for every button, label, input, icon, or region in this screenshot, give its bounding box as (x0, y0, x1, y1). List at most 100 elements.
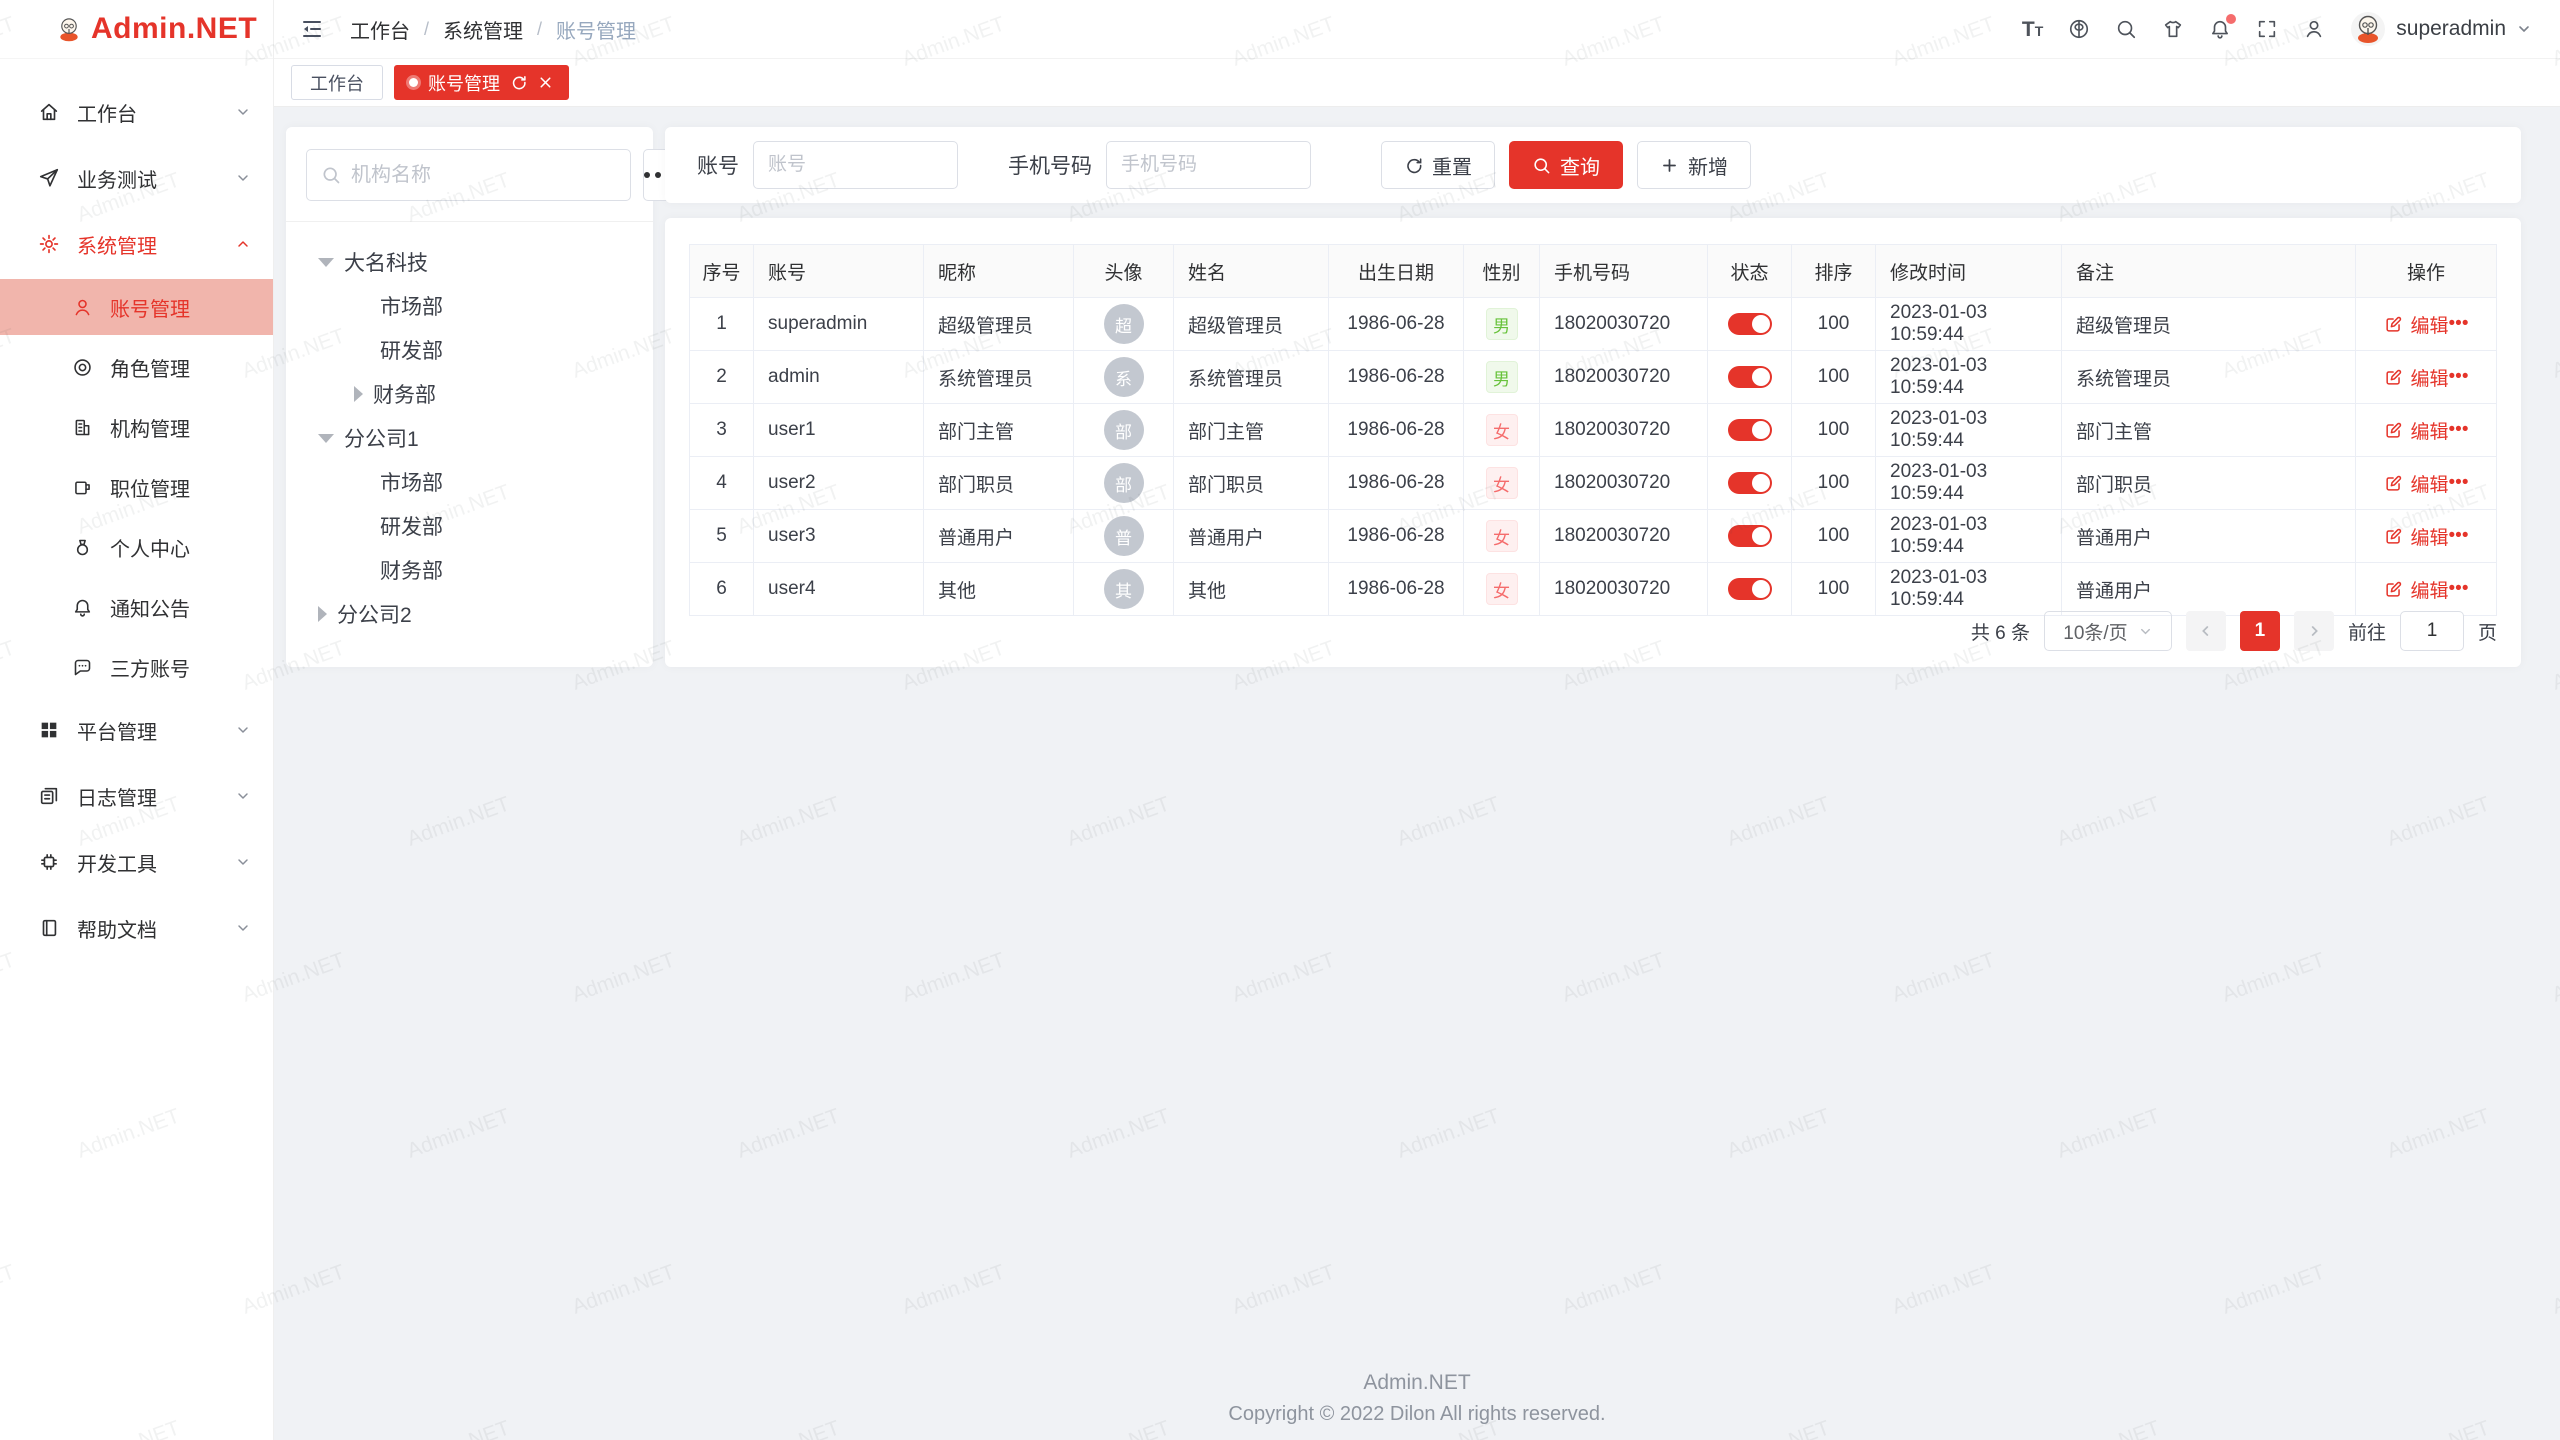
more-actions-button[interactable]: ••• (2449, 578, 2469, 600)
search-icon[interactable] (2115, 18, 2137, 40)
breadcrumb-item[interactable]: 系统管理 (443, 15, 523, 44)
tree-node-财务部[interactable]: 财务部 (306, 372, 633, 416)
language-icon[interactable] (2068, 18, 2090, 40)
query-button[interactable]: 查询 (1509, 141, 1623, 189)
chevron-down-icon (235, 104, 251, 120)
theme-icon[interactable] (2162, 18, 2184, 40)
tree-node-分公司2[interactable]: 分公司2 (306, 592, 633, 636)
menu-fold-icon[interactable] (300, 17, 324, 41)
cell-update_time: 2023-01-03 10:59:44 (1876, 457, 2062, 509)
page-unit: 页 (2478, 618, 2497, 645)
cell-status_on (1708, 510, 1792, 562)
more-actions-button[interactable]: ••• (2449, 525, 2469, 547)
tree-node-分公司1[interactable]: 分公司1 (306, 416, 633, 460)
sidebar-item-label: 机构管理 (110, 413, 190, 442)
column-header-备注: 备注 (2062, 245, 2356, 297)
edit-button[interactable]: 编辑 (2384, 364, 2449, 391)
sidebar-item-业务测试[interactable]: 业务测试 (0, 147, 273, 209)
breadcrumb-item[interactable]: 工作台 (350, 15, 410, 44)
cell-birth_date: 1986-06-28 (1329, 298, 1464, 350)
status-toggle[interactable] (1728, 578, 1772, 600)
sidebar-item-账号管理[interactable]: 账号管理 (0, 279, 273, 335)
sidebar-item-职位管理[interactable]: 职位管理 (0, 459, 273, 515)
caret-down-icon[interactable] (318, 434, 334, 443)
sidebar-item-平台管理[interactable]: 平台管理 (0, 699, 273, 761)
status-toggle[interactable] (1728, 366, 1772, 388)
reset-button[interactable]: 重置 (1381, 141, 1495, 189)
edit-button[interactable]: 编辑 (2384, 576, 2449, 603)
refresh-icon[interactable] (510, 74, 527, 91)
sidebar-item-日志管理[interactable]: 日志管理 (0, 765, 273, 827)
page-size-select[interactable]: 10条/页 (2044, 611, 2172, 651)
org-search-input[interactable] (351, 164, 616, 187)
sidebar-item-帮助文档[interactable]: 帮助文档 (0, 897, 273, 959)
sidebar-item-系统管理[interactable]: 系统管理 (0, 213, 273, 275)
tree-node-市场部[interactable]: 市场部 (306, 460, 633, 504)
tree-node-财务部[interactable]: 财务部 (306, 548, 633, 592)
sidebar-item-个人中心[interactable]: 个人中心 (0, 519, 273, 575)
table-row: 3user1部门主管部部门主管1986-06-28女18020030720100… (690, 404, 2496, 457)
status-toggle[interactable] (1728, 313, 1772, 335)
goto-page-input[interactable] (2400, 611, 2464, 651)
status-toggle[interactable] (1728, 525, 1772, 547)
close-icon[interactable] (537, 74, 554, 91)
prev-page-button[interactable] (2186, 611, 2226, 651)
edit-button[interactable]: 编辑 (2384, 417, 2449, 444)
more-actions-button[interactable]: ••• (2449, 472, 2469, 494)
column-header-性别: 性别 (1464, 245, 1540, 297)
more-actions-button[interactable]: ••• (2449, 313, 2469, 335)
phone-filter-input[interactable] (1106, 141, 1311, 189)
more-actions-button[interactable]: ••• (2449, 366, 2469, 388)
notification-badge (2226, 14, 2236, 24)
sidebar-item-label: 平台管理 (77, 716, 218, 745)
cell-seq: 4 (690, 457, 754, 509)
page-number-1[interactable]: 1 (2240, 611, 2280, 651)
tree-node-研发部[interactable]: 研发部 (306, 328, 633, 372)
column-header-修改时间: 修改时间 (1876, 245, 2062, 297)
fullscreen-icon[interactable] (2256, 18, 2278, 40)
logs-icon (38, 785, 60, 807)
search-icon (2115, 18, 2137, 40)
cell-name: 其他 (1174, 563, 1329, 615)
edit-button[interactable]: 编辑 (2384, 311, 2449, 338)
account-filter-input[interactable] (753, 141, 958, 189)
tab-账号管理[interactable]: 账号管理 (394, 65, 569, 100)
user-icon[interactable] (2303, 18, 2325, 40)
chevron-down-icon (235, 170, 251, 186)
caret-down-icon[interactable] (318, 258, 334, 267)
tree-node-研发部[interactable]: 研发部 (306, 504, 633, 548)
next-page-button[interactable] (2294, 611, 2334, 651)
sidebar-item-开发工具[interactable]: 开发工具 (0, 831, 273, 893)
tab-工作台[interactable]: 工作台 (291, 65, 383, 100)
sidebar-item-label: 角色管理 (110, 353, 190, 382)
sidebar-item-三方账号[interactable]: 三方账号 (0, 639, 273, 695)
edit-button[interactable]: 编辑 (2384, 523, 2449, 550)
status-toggle[interactable] (1728, 419, 1772, 441)
edit-label: 编辑 (2411, 470, 2449, 497)
app-logo: Admin.NET (0, 0, 273, 59)
edit-button[interactable]: 编辑 (2384, 470, 2449, 497)
tree-node-大名科技[interactable]: 大名科技 (306, 240, 633, 284)
gender-badge: 女 (1486, 520, 1518, 552)
sidebar-item-通知公告[interactable]: 通知公告 (0, 579, 273, 635)
user-menu[interactable]: superadmin (2350, 11, 2532, 47)
caret-right-icon[interactable] (318, 606, 327, 622)
tree-node-市场部[interactable]: 市场部 (306, 284, 633, 328)
more-actions-button[interactable]: ••• (2449, 419, 2469, 441)
gender-badge: 男 (1486, 308, 1518, 340)
cell-phone: 18020030720 (1540, 510, 1708, 562)
cell-update_time: 2023-01-03 10:59:44 (1876, 298, 2062, 350)
table-row: 2admin系统管理员系系统管理员1986-06-28男180200307201… (690, 351, 2496, 404)
bell-icon[interactable] (2209, 18, 2231, 40)
sidebar-item-角色管理[interactable]: 角色管理 (0, 339, 273, 395)
sidebar-item-机构管理[interactable]: 机构管理 (0, 399, 273, 455)
search-icon (1532, 156, 1551, 175)
caret-right-icon[interactable] (354, 386, 363, 402)
status-toggle[interactable] (1728, 472, 1772, 494)
font-size-icon[interactable]: TT (2022, 19, 2043, 40)
cell-actions: 编辑••• (2356, 510, 2496, 562)
add-button[interactable]: 新增 (1637, 141, 1751, 189)
cell-update_time: 2023-01-03 10:59:44 (1876, 351, 2062, 403)
sidebar-item-工作台[interactable]: 工作台 (0, 81, 273, 143)
cell-account: user1 (754, 404, 924, 456)
